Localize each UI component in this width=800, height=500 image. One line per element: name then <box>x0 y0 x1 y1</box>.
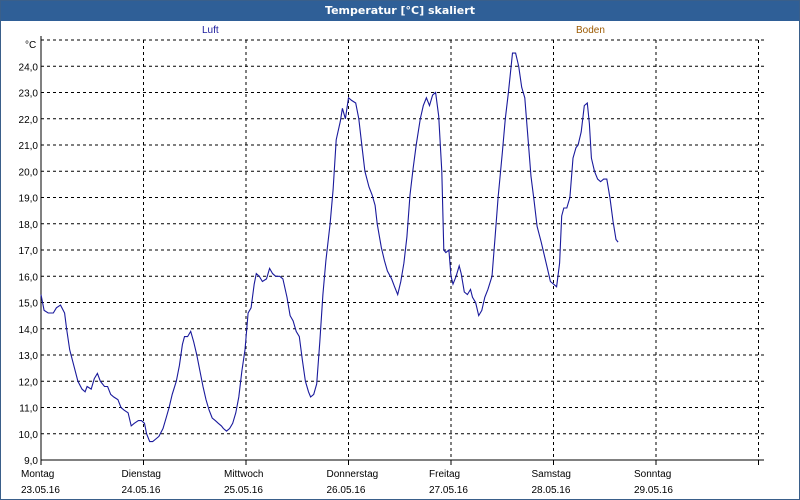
x-tick-day: Dienstag <box>122 469 161 480</box>
x-tick-day: Montag <box>21 469 54 480</box>
y-tick-label: 16,0 <box>19 272 39 283</box>
x-tick-day: Samstag <box>532 469 571 480</box>
x-tick-date: 28.05.16 <box>532 485 571 496</box>
series-line-luft <box>40 52 619 443</box>
y-axis-label: °C <box>25 40 36 51</box>
y-tick-label: 11,0 <box>19 404 38 415</box>
x-tick-day: Donnerstag <box>327 469 379 480</box>
y-tick-label: 12,0 <box>19 377 39 388</box>
y-tick-label: 18,0 <box>19 220 39 231</box>
y-tick-label: 17,0 <box>19 246 39 257</box>
x-tick-date: 27.05.16 <box>429 485 468 496</box>
temperature-chart: 9,0 10,0 11,0 12,0 13,0 14,0 15,0 16,0 17,0 18,0 1… <box>19 36 764 496</box>
y-tick-label: 14,0 <box>19 325 39 336</box>
x-tick-date: 29.05.16 <box>634 485 673 496</box>
x-tick-date: 25.05.16 <box>224 485 263 496</box>
y-tick-label: 24,0 <box>19 62 39 73</box>
y-tick-label: 21,0 <box>19 141 39 152</box>
x-tick-date: 23.05.16 <box>21 485 60 496</box>
x-tick-date: 26.05.16 <box>327 485 366 496</box>
y-tick-label: 10,0 <box>19 430 39 441</box>
y-tick-label: 22,0 <box>19 115 39 126</box>
x-tick-day: Freitag <box>429 469 460 480</box>
x-tick-date: 24.05.16 <box>122 485 161 496</box>
y-tick-label: 19,0 <box>19 194 39 205</box>
y-tick-label: 23,0 <box>19 89 39 100</box>
x-tick-day: Sonntag <box>634 469 671 480</box>
y-tick-label: 13,0 <box>19 351 39 362</box>
chart-window: Temperatur [°C] skaliert Luft Boden 9,0 1… <box>0 0 800 500</box>
y-tick-label: 20,0 <box>19 167 39 178</box>
y-tick-label: 15,0 <box>19 299 39 310</box>
y-tick-label: 9,0 <box>24 456 38 467</box>
x-tick-day: Mittwoch <box>224 469 263 480</box>
